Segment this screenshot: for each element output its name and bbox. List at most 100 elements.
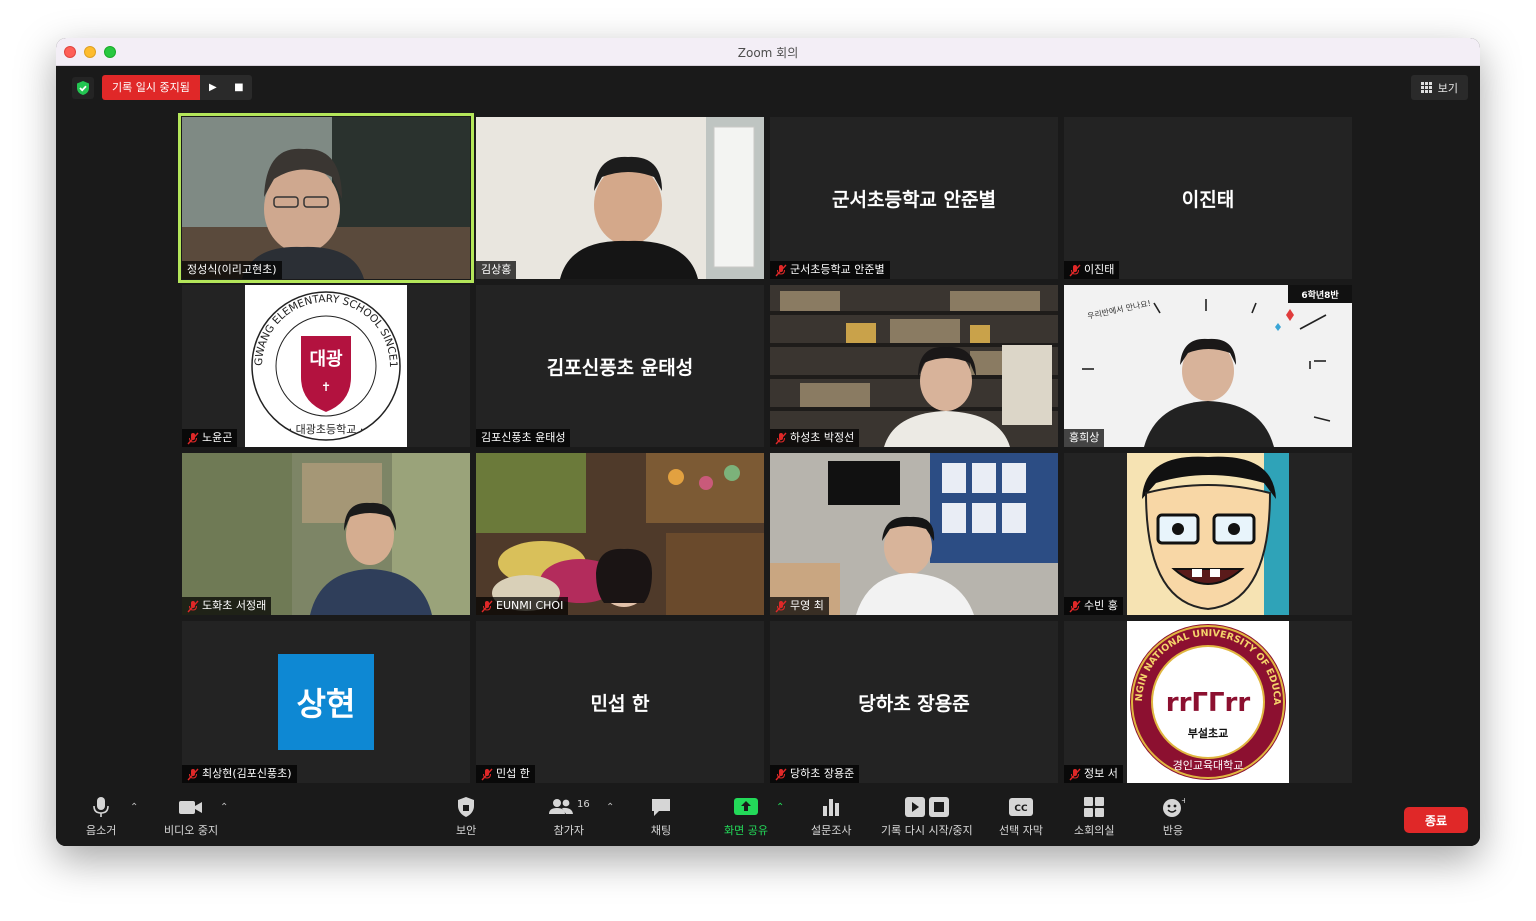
audio-options-chevron-icon[interactable]: ⌃ (130, 802, 138, 813)
title-bar: Zoom 회의 (56, 38, 1480, 66)
participant-name-label: 수빈 홍 (1064, 597, 1123, 615)
participant-name-label: 민섭 한 (476, 765, 535, 783)
participant-name-label: 정성식(이리고현초) (182, 261, 282, 279)
muted-mic-icon (1069, 600, 1081, 612)
participant-name-label: 김상홍 (476, 261, 517, 279)
svg-text:대광: 대광 (309, 349, 343, 370)
svg-text:✝: ✝ (321, 380, 331, 394)
participant-name-label: 무영 최 (770, 597, 829, 615)
reactions-button[interactable]: + 반응 (1161, 796, 1185, 838)
breakout-rooms-icon (1084, 797, 1105, 817)
participant-tile[interactable]: 하성초 박정선 (770, 285, 1058, 447)
video-options-chevron-icon[interactable]: ⌃ (220, 802, 228, 813)
participant-name-label: 이진태 (1064, 261, 1120, 279)
participant-name-label: 정보 서 (1064, 765, 1123, 783)
participant-name-label: 도화초 서정래 (182, 597, 272, 615)
participant-tile[interactable]: 도화초 서정래 (182, 453, 470, 615)
participant-count: 16 (577, 799, 590, 810)
participant-video (770, 453, 1058, 615)
participant-tile[interactable]: 정성식(이리고현초) (178, 113, 474, 283)
grid-view-icon (1420, 82, 1432, 93)
resume-recording-button[interactable]: ▶ (199, 75, 226, 100)
participants-button[interactable]: 16 참가자 (548, 796, 590, 838)
stop-video-button[interactable]: 비디오 중지 (164, 796, 218, 838)
gyeongin-university-logo: GYEONGIN NATIONAL UNIVERSITY OF EDUCATIO… (1064, 621, 1289, 783)
bar-chart-icon (823, 799, 840, 816)
participant-display-name: 이진태 (1181, 188, 1235, 211)
share-screen-icon (733, 798, 758, 815)
participant-name-label: 노윤곤 (182, 429, 238, 447)
chat-button[interactable]: 채팅 (650, 796, 672, 838)
participants-options-chevron-icon[interactable]: ⌃ (606, 802, 614, 813)
security-button[interactable]: 보안 (456, 796, 476, 838)
recording-status: 기록 일시 중지됨 (102, 75, 200, 100)
share-options-chevron-icon[interactable]: ⌃ (776, 802, 784, 813)
svg-text:rrΓΓrr: rrΓΓrr (1166, 688, 1251, 718)
muted-mic-icon (775, 432, 787, 444)
stop-recording-button[interactable]: ■ (225, 75, 252, 100)
chat-bubble-icon (652, 799, 670, 816)
participant-name-label: 당하초 장용준 (770, 765, 860, 783)
participant-tile[interactable]: 민섭 한 민섭 한 (476, 621, 764, 783)
polls-button[interactable]: 설문조사 (811, 796, 851, 838)
participant-name-label: 하성초 박정선 (770, 429, 860, 447)
participant-display-name: 민섭 한 (590, 692, 650, 715)
video-camera-icon (179, 801, 203, 814)
meeting-area: 기록 일시 중지됨 ▶ ■ 보기 정성식(이리고현초) 김상홍 군서초등학교 안… (56, 66, 1480, 846)
record-button[interactable]: 기록 다시 시작/중지 (881, 796, 973, 838)
shield-icon (458, 797, 475, 817)
participant-video: 6학년8반 우리반에서 만나요! (1064, 285, 1352, 447)
closed-captions-button[interactable]: CC 선택 자막 (999, 796, 1043, 838)
view-label: 보기 (1437, 81, 1458, 95)
participant-tile[interactable]: 수빈 홍 (1064, 453, 1352, 615)
muted-mic-icon (1069, 264, 1081, 276)
participant-name-label: 최상현(김포신풍초) (182, 765, 297, 783)
participant-name-label: EUNMI CHOI (476, 597, 569, 615)
svg-text:6학년8반: 6학년8반 (1301, 289, 1339, 301)
muted-mic-icon (775, 600, 787, 612)
svg-text:경인교육대학교: 경인교육대학교 (1173, 759, 1244, 772)
participant-tile[interactable]: 김상홍 (476, 117, 764, 279)
participant-display-name: 군서초등학교 안준별 (832, 188, 996, 211)
muted-mic-icon (187, 432, 199, 444)
recording-banner: 기록 일시 중지됨 ▶ ■ (102, 75, 252, 100)
muted-mic-icon (1069, 768, 1081, 780)
participant-video (476, 453, 764, 615)
muted-mic-icon (481, 600, 493, 612)
svg-text:+: + (1181, 796, 1185, 805)
participant-tile[interactable]: 대광 ✝ DAEGWANG ELEMENTARY SCHOOL SINCE196… (182, 285, 470, 447)
microphone-icon (93, 797, 109, 817)
end-meeting-button[interactable]: 종료 (1404, 807, 1468, 833)
participant-name-label: 홍희상 (1064, 429, 1105, 447)
window-title: Zoom 회의 (737, 46, 799, 60)
participant-video (770, 285, 1058, 447)
view-button[interactable]: 보기 (1410, 75, 1468, 100)
stop-icon: ■ (234, 82, 244, 93)
breakout-rooms-button[interactable]: 소회의실 (1074, 796, 1114, 838)
play-icon: ▶ (208, 82, 217, 93)
daegwang-school-logo: 대광 ✝ DAEGWANG ELEMENTARY SCHOOL SINCE196… (182, 285, 407, 447)
participant-display-name: 김포신풍초 윤태성 (546, 356, 694, 379)
record-controls-icon (904, 797, 949, 817)
participant-tile[interactable]: 당하초 장용준 당하초 장용준 (770, 621, 1058, 783)
svg-text:CC: CC (1014, 804, 1028, 814)
participant-video (476, 117, 764, 279)
participant-tile[interactable]: 무영 최 (770, 453, 1058, 615)
participant-tile[interactable]: GYEONGIN NATIONAL UNIVERSITY OF EDUCATIO… (1064, 621, 1352, 783)
mute-button[interactable]: 음소거 (86, 796, 116, 838)
cartoon-avatar (1127, 453, 1289, 615)
participant-name-label: 군서초등학교 안준별 (770, 261, 890, 279)
participant-tile[interactable]: 상현 최상현(김포신풍초) (182, 621, 470, 783)
share-screen-button[interactable]: 화면 공유 (724, 796, 768, 838)
participant-tile[interactable]: EUNMI CHOI (476, 453, 764, 615)
participant-tile[interactable]: 군서초등학교 안준별 군서초등학교 안준별 (770, 117, 1058, 279)
participants-icon (549, 799, 573, 814)
muted-mic-icon (481, 768, 493, 780)
participant-tile[interactable]: 6학년8반 우리반에서 만나요! 홍희상 (1064, 285, 1352, 447)
participant-name-label: 김포신풍초 윤태성 (476, 429, 571, 447)
muted-mic-icon (775, 264, 787, 276)
participant-video (182, 453, 470, 615)
participant-tile[interactable]: 이진태 이진태 (1064, 117, 1352, 279)
participant-tile[interactable]: 김포신풍초 윤태성 김포신풍초 윤태성 (476, 285, 764, 447)
encryption-shield-icon[interactable] (72, 77, 94, 99)
